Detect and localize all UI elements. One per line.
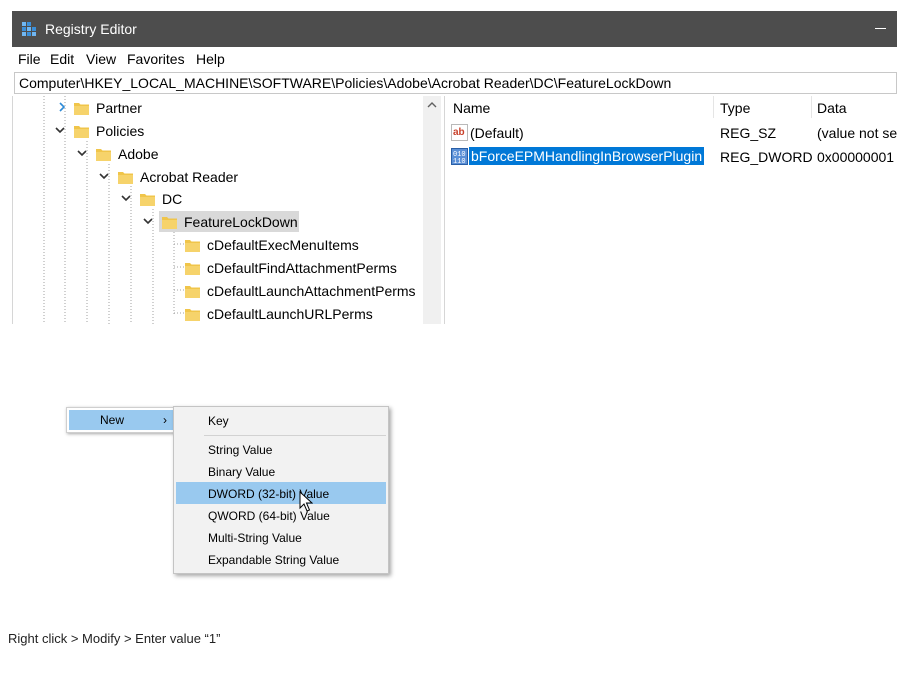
value-data: (value not se [817,125,897,141]
submenu-item-label: String Value [208,443,273,457]
column-header-name[interactable]: Name [453,100,490,116]
submenu-item-dword-value[interactable]: DWORD (32-bit) Value [176,482,386,504]
folder-icon [185,286,200,298]
chevron-down-icon[interactable] [142,215,154,227]
column-divider[interactable] [811,96,812,118]
folder-icon [140,194,155,206]
folder-icon [74,103,89,115]
chevron-down-icon[interactable] [76,147,88,159]
tree-item-label: DC [162,191,183,207]
tree-item-acrobat-reader[interactable]: Acrobat Reader [137,167,241,187]
submenu-item-label: Multi-String Value [208,531,302,545]
folder-icon [162,217,177,229]
key-tree-pane: Partner Policies Adobe Acrobat Reader DC [12,96,442,324]
tree-item-partner[interactable]: Partner [93,98,145,118]
context-menu: New › [66,407,176,433]
value-type: REG_DWORD [720,149,813,165]
column-divider[interactable] [713,96,714,118]
tree-item-label: Adobe [118,146,159,162]
tree-item-label: cDefaultLaunchAttachmentPerms [207,283,416,299]
chevron-down-icon[interactable] [54,124,66,136]
submenu-item-multi-string-value[interactable]: Multi-String Value [176,526,386,548]
folder-icon [185,263,200,275]
submenu-item-label: Expandable String Value [208,553,340,567]
folder-icon [185,309,200,321]
value-row-default[interactable]: ab (Default) REG_SZ (value not se [445,122,897,144]
submenu-item-key[interactable]: Key [176,409,386,431]
mouse-pointer-icon [299,491,313,512]
submenu-item-expandable-string-value[interactable]: Expandable String Value [176,548,386,570]
binary-value-icon: 010 110 [451,148,468,165]
registry-editor-window: Registry Editor File Edit View Favorites… [12,11,897,324]
value-name: (Default) [470,125,524,141]
instruction-caption: Right click > Modify > Enter value “1” [8,631,221,646]
string-value-icon: ab [451,124,468,141]
svg-text:ab: ab [453,127,465,138]
tree-item-featurelockdown[interactable]: FeatureLockDown [181,212,301,232]
menu-file[interactable]: File [18,51,41,67]
tree-item-cdefaultlaunchattachmentperms[interactable]: cDefaultLaunchAttachmentPerms [204,281,419,301]
tree-item-label: cDefaultFindAttachmentPerms [207,260,397,276]
window-title: Registry Editor [45,21,137,37]
address-path: Computer\HKEY_LOCAL_MACHINE\SOFTWARE\Pol… [19,75,672,91]
tree-item-cdefaultexecmenuitems[interactable]: cDefaultExecMenuItems [204,235,362,255]
submenu-item-binary-value[interactable]: Binary Value [176,460,386,482]
submenu-item-string-value[interactable]: String Value [176,438,386,460]
chevron-down-icon[interactable] [120,192,132,204]
value-row-bforceepmhandlinginbrowserplugin[interactable]: 010 110 bForceEPMHandlingInBrowserPlugin… [445,146,897,168]
tree-item-cdefaultfindattachmentperms[interactable]: cDefaultFindAttachmentPerms [204,258,400,278]
tree-item-label: Acrobat Reader [140,169,239,185]
menu-help[interactable]: Help [196,51,225,67]
menu-bar: File Edit View Favorites Help [12,47,897,71]
menu-view[interactable]: View [86,51,116,67]
minimize-button[interactable] [867,11,897,47]
tree-item-dc[interactable]: DC [159,189,185,209]
submenu-item-label: Key [208,414,229,428]
tree-item-cdefaultlaunchurlperms[interactable]: cDefaultLaunchURLPerms [204,304,376,324]
column-header-data[interactable]: Data [817,100,847,116]
tree-item-label: cDefaultExecMenuItems [207,237,359,253]
tree-item-label: FeatureLockDown [184,214,298,230]
tree-item-label: Partner [96,100,142,116]
folder-icon [96,149,111,161]
context-menu-new[interactable]: New › [69,410,173,430]
submenu-item-label: Binary Value [208,465,276,479]
submenu-separator [204,435,386,436]
menu-favorites[interactable]: Favorites [127,51,185,67]
value-type: REG_SZ [720,125,777,141]
tree-item-label: Policies [96,123,145,139]
value-name: bForceEPMHandlingInBrowserPlugin [469,147,705,165]
title-bar: Registry Editor [12,11,897,47]
folder-icon [74,126,89,138]
chevron-right-icon[interactable] [56,101,68,113]
chevron-down-icon[interactable] [98,170,110,182]
address-bar[interactable]: Computer\HKEY_LOCAL_MACHINE\SOFTWARE\Pol… [14,72,897,94]
context-menu-new-label: New [100,413,125,427]
tree-item-adobe[interactable]: Adobe [115,144,161,164]
tree-vertical-scrollbar[interactable] [423,96,441,324]
folder-icon [118,172,133,184]
value-data: 0x00000001 [817,149,895,165]
menu-edit[interactable]: Edit [50,51,74,67]
new-submenu: Key String Value Binary Value DWORD (32-… [173,406,389,574]
tree-item-label: cDefaultLaunchURLPerms [207,306,373,322]
registry-editor-icon [22,22,36,36]
svg-text:110: 110 [453,158,466,165]
column-header-type[interactable]: Type [720,100,750,116]
scroll-up-arrow-icon[interactable] [423,96,441,114]
chevron-right-icon: › [163,413,167,427]
submenu-item-qword-value[interactable]: QWORD (64-bit) Value [176,504,386,526]
tree-item-policies[interactable]: Policies [93,121,147,141]
values-pane: Name Type Data ab (Default) REG_SZ (valu… [444,96,897,324]
folder-icon [185,240,200,252]
